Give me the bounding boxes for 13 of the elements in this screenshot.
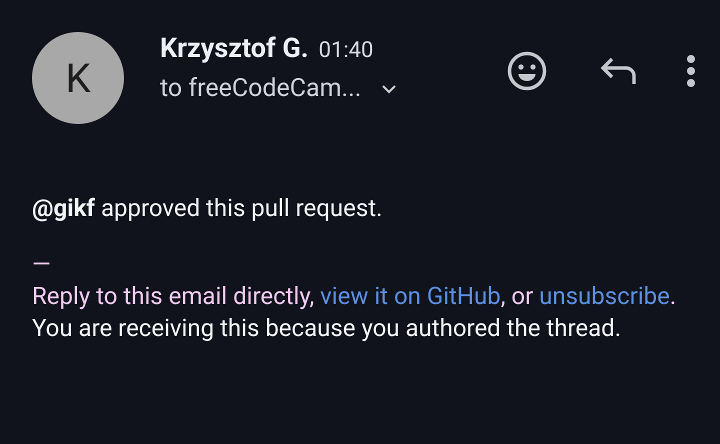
emoji-button[interactable] — [506, 50, 548, 92]
approval-message: @gikf approved this pull request. — [32, 193, 384, 224]
avatar: K — [32, 32, 124, 124]
timestamp: 01:40 — [318, 38, 374, 63]
reason-text: You are receiving this because you authored the thread. — [32, 313, 622, 344]
sender-name: Krzysztof G. — [160, 32, 309, 64]
reply-button[interactable] — [600, 56, 638, 86]
separator-dash: — — [32, 249, 51, 280]
footer-link[interactable]: view it on GitHub — [320, 282, 501, 310]
footer-link[interactable]: unsubscribe — [539, 282, 670, 310]
more-options-button[interactable] — [686, 54, 696, 88]
recipient-text: to freeCodeCam... — [160, 74, 362, 103]
footer-text: Reply to this email directly, view it on GitHub, or unsubscribe. — [32, 281, 678, 312]
